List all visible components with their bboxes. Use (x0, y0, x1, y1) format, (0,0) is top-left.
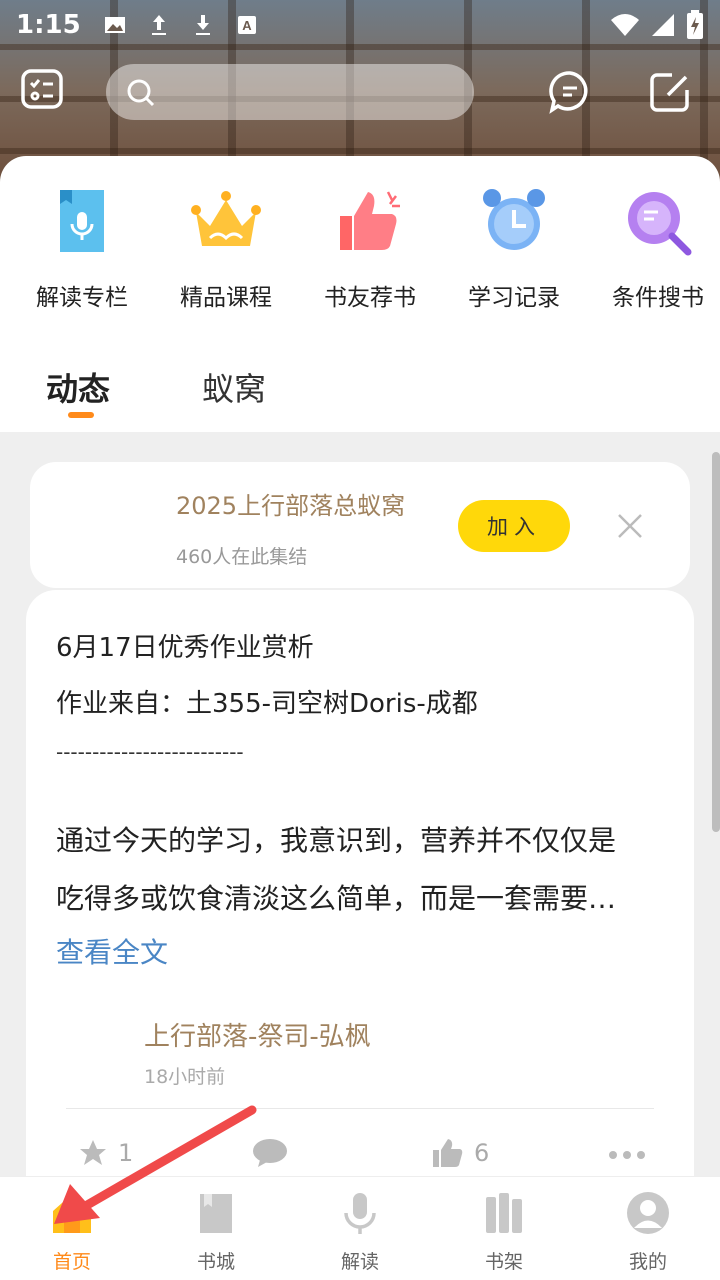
bookshelf-icon (486, 1193, 522, 1233)
quick-label: 学习记录 (468, 285, 560, 311)
post-line: 通过今天的学习，我意识到，营养并不仅仅是 (56, 824, 617, 857)
quick-label: 解读专栏 (36, 285, 128, 311)
search-bar[interactable] (106, 64, 474, 120)
quick-item-search-book[interactable]: 条件搜书 (596, 186, 720, 312)
post-author[interactable]: 上行部落-祭司-弘枫 (144, 1016, 371, 1053)
post-divider-text: -------------------------- (56, 740, 244, 764)
text-notification-icon: A (237, 16, 256, 34)
post-line: 6月17日优秀作业赏析 (56, 633, 314, 663)
svg-text:A: A (242, 18, 252, 33)
quick-item-recommend[interactable]: 书友荐书 (308, 186, 432, 312)
read-more-link[interactable]: 查看全文 (56, 928, 666, 978)
nav-label: 书城 (196, 1251, 235, 1273)
post-line: 作业来自：土355-司空树Doris-成都 (56, 689, 478, 719)
thumbs-up-icon (340, 191, 400, 250)
nav-label: 解读 (340, 1251, 379, 1273)
quick-item-courses[interactable]: 精品课程 (164, 186, 288, 312)
download-icon (195, 15, 210, 35)
quick-access-row: 解读专栏 精品课程 书友荐书 学习记录 条件搜书 (0, 186, 720, 312)
message-icon[interactable] (548, 70, 592, 114)
alarm-clock-icon (483, 189, 545, 250)
crown-icon (191, 191, 261, 246)
like-button[interactable]: 6 (432, 1138, 489, 1168)
user-icon (627, 1192, 669, 1234)
status-time: 1:15 (16, 10, 81, 40)
quick-label: 书友荐书 (324, 285, 416, 311)
quick-label: 条件搜书 (612, 285, 704, 311)
tab-active-indicator (68, 412, 94, 418)
more-icon (609, 1151, 645, 1159)
join-button[interactable]: 加入 (458, 500, 570, 552)
wifi-icon (611, 14, 639, 36)
main-panel: 解读专栏 精品课程 书友荐书 学习记录 条件搜书 动态 蚁窝 (0, 156, 720, 432)
battery-charging-icon (687, 10, 703, 39)
like-icon (433, 1139, 463, 1167)
quick-item-study-record[interactable]: 学习记录 (452, 186, 576, 312)
annotation-arrow (54, 1105, 257, 1224)
nav-label: 书架 (484, 1251, 523, 1273)
more-button[interactable] (608, 1150, 646, 1160)
close-icon[interactable] (616, 512, 644, 540)
status-bar: 1:15 A (0, 0, 720, 50)
tab-bar: 动态 蚁窝 (46, 364, 266, 418)
scrollbar[interactable] (712, 452, 720, 832)
group-card[interactable]: 2025上行部落总蚁窝 460人在此集结 加入 (30, 462, 690, 588)
post-time: 18小时前 (144, 1066, 226, 1088)
nav-label: 首页 (52, 1251, 91, 1273)
microphone-book-icon (60, 190, 104, 252)
upload-icon (151, 15, 166, 35)
search-book-icon (628, 192, 692, 256)
quick-label: 精品课程 (180, 285, 272, 311)
image-icon (104, 17, 125, 33)
group-title: 2025上行部落总蚁窝 (176, 492, 406, 520)
tab-label: 蚁窝 (202, 370, 267, 408)
nav-profile[interactable]: 我的 (576, 1177, 720, 1280)
nav-interpret[interactable]: 解读 (288, 1177, 432, 1280)
search-icon (127, 79, 155, 107)
edit-icon[interactable] (648, 70, 692, 114)
quick-item-columns[interactable]: 解读专栏 (20, 186, 144, 312)
top-bar (0, 62, 720, 122)
post-content: 6月17日优秀作业赏析 作业来自：土355-司空树Doris-成都 ------… (56, 620, 666, 978)
like-count: 6 (474, 1139, 490, 1167)
signal-icon (652, 14, 674, 36)
post-line: 吃得多或饮食清淡这么简单，而是一套需要… (56, 882, 617, 915)
checklist-icon[interactable] (20, 68, 64, 112)
microphone-icon (344, 1193, 376, 1234)
nav-bookshelf[interactable]: 书架 (432, 1177, 576, 1280)
tab-label: 动态 (46, 370, 111, 408)
group-member-count: 460人在此集结 (176, 546, 308, 568)
tab-ant-nest[interactable]: 蚁窝 (202, 364, 266, 410)
nav-label: 我的 (628, 1251, 667, 1273)
tab-dynamics[interactable]: 动态 (46, 364, 111, 418)
